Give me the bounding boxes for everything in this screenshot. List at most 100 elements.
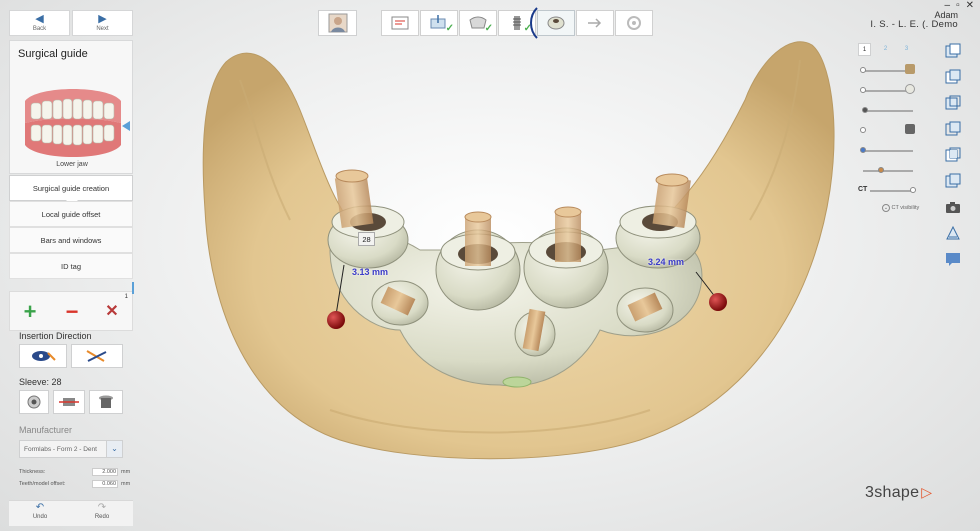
order-form-icon	[391, 16, 409, 30]
visibility-slider-pin[interactable]	[863, 167, 913, 173]
sleeve-label: Sleeve: 28	[19, 377, 62, 387]
insertion-direction-label: Insertion Direction	[19, 331, 92, 341]
thickness-unit: mm	[121, 469, 131, 475]
measurement-left-label: 3.13 mm	[352, 267, 389, 277]
step-id-tag[interactable]: ID tag	[9, 253, 133, 279]
jaw-label: Lower jaw	[56, 161, 88, 168]
sleeve-top-icon	[27, 395, 41, 409]
visibility-slider-abutment[interactable]	[860, 124, 915, 134]
visibility-layers-panel: 1 2 3 CT ⌄ CT visibility	[858, 41, 920, 221]
chevron-down-icon: ⌄	[882, 204, 890, 212]
sleeve-view-3d-button[interactable]	[89, 390, 123, 414]
sleeve-object-icon	[905, 64, 915, 74]
manufacturer-select[interactable]: Formlabs - Form 2 - Dent ⌄	[19, 440, 123, 458]
step-bars-and-windows[interactable]: Bars and windows	[9, 227, 133, 253]
insertion-direction-set-button[interactable]	[71, 344, 123, 368]
visibility-slider-implant[interactable]	[862, 107, 913, 113]
comment-note-icon[interactable]	[944, 250, 962, 268]
case-title: I. S. - L. E. (. Demo	[870, 19, 958, 30]
thickness-input[interactable]: 2.000	[92, 468, 118, 476]
offset-input[interactable]: 0.060	[92, 480, 118, 488]
eye-direction-icon	[32, 351, 56, 361]
offset-param: Teeth/model offset: 0.060 mm	[19, 480, 131, 488]
3d-viewport[interactable]: 28 3.13 mm 3.24 mm	[0, 0, 980, 531]
add-icon[interactable]: +	[16, 298, 44, 326]
sleeve-number-tag: 28	[358, 232, 375, 246]
panel-scroll-indicator[interactable]	[132, 282, 134, 294]
measurement-right-label: 3.24 mm	[648, 257, 685, 267]
back-arrow-icon: ◀	[35, 13, 44, 25]
close-icon[interactable]: ✕	[966, 0, 974, 11]
sleeve-3d-icon	[99, 395, 113, 408]
ct-visibility-toggle[interactable]: ⌄ CT visibility	[882, 204, 919, 212]
workflow-step-import[interactable]: ✓	[420, 10, 458, 36]
finish-gear-icon	[627, 16, 641, 30]
undo-icon: ↶	[35, 502, 45, 513]
view-right-icon[interactable]	[944, 120, 962, 138]
step-local-guide-offset[interactable]: Local guide offset	[9, 201, 133, 227]
insertion-direction-view-button[interactable]	[19, 344, 67, 368]
measure-tool-icon[interactable]	[944, 224, 962, 242]
user-case-info: Adam I. S. - L. E. (. Demo	[870, 10, 958, 30]
3shape-logo: 3shape ▷	[865, 484, 932, 502]
dentition-thumbnail[interactable]	[17, 81, 129, 163]
view-left-icon[interactable]	[944, 94, 962, 112]
remove-icon[interactable]: −	[58, 298, 86, 326]
ct-visibility-label: CT visibility	[891, 205, 920, 211]
workflow-step-align[interactable]: ✓	[459, 10, 497, 36]
workflow-step-export[interactable]	[576, 10, 614, 36]
jaw-3d-model[interactable]	[0, 0, 980, 531]
surgical-guide-card: Surgical guide Lower jaw	[9, 40, 133, 174]
guide-tools-bar: + − ✕ 1	[9, 291, 133, 331]
chevron-down-icon[interactable]: ⌄	[106, 441, 122, 457]
delete-all-icon[interactable]: ✕	[98, 298, 126, 326]
visibility-slider-sleeve[interactable]	[860, 64, 915, 74]
completed-check-icon: ✓	[484, 23, 493, 34]
back-label: Back	[32, 26, 47, 32]
thickness-label: Thickness:	[19, 469, 46, 475]
workflow-step-order[interactable]	[381, 10, 419, 36]
manufacturer-label: Manufacturer	[19, 425, 73, 435]
next-arrow-icon: ▶	[98, 13, 107, 25]
offset-unit: mm	[121, 481, 131, 487]
visibility-slider-drill-guide[interactable]	[860, 84, 915, 94]
view-front-icon[interactable]	[944, 42, 962, 60]
completed-check-icon: ✓	[445, 23, 454, 34]
view-back-icon[interactable]	[944, 68, 962, 86]
patient-photo-icon	[328, 13, 347, 33]
view-top-icon[interactable]	[944, 146, 962, 164]
patient-info-button[interactable]	[318, 10, 357, 36]
sleeve-view-top-button[interactable]	[19, 390, 49, 414]
layer-tab-2[interactable]: 2	[879, 43, 892, 56]
panel-title: Surgical guide	[18, 48, 88, 60]
screenshot-camera-icon[interactable]	[944, 198, 962, 216]
visibility-slider-tooth[interactable]	[860, 147, 913, 153]
arrow-direction-icon	[86, 350, 107, 362]
workflow-step-finish[interactable]	[615, 10, 653, 36]
thickness-param: Thickness: 2.000 mm	[19, 468, 131, 476]
redo-label: Redo	[94, 514, 110, 520]
ct-label: CT	[858, 186, 868, 193]
logo-triangle-icon: ▷	[921, 484, 933, 500]
tools-badge: 1	[124, 294, 128, 300]
view-bottom-icon[interactable]	[944, 172, 962, 190]
visibility-slider-ct[interactable]	[870, 187, 916, 193]
layer-tab-1[interactable]: 1	[858, 43, 871, 56]
next-button[interactable]: ▶ Next	[72, 10, 133, 36]
workflow-progress-marker	[530, 7, 538, 39]
sleeve-view-side-button[interactable]	[53, 390, 85, 414]
workflow-step-surgical-guide[interactable]	[537, 10, 575, 36]
step-surgical-guide-creation[interactable]: Surgical guide creation	[9, 175, 133, 206]
left-panel: ◀ Back ▶ Next Surgical guide Lower jaw S…	[9, 10, 133, 526]
redo-button[interactable]: ↷ Redo	[71, 501, 133, 527]
surgical-guide-icon	[547, 16, 565, 30]
layer-tabs: 1 2 3	[858, 43, 913, 56]
undo-redo-bar: ↶ Undo ↷ Redo	[9, 500, 133, 526]
undo-button[interactable]: ↶ Undo	[9, 501, 71, 527]
logo-text: 3shape	[865, 484, 920, 501]
jaw-selector-arrow-icon[interactable]	[122, 121, 130, 131]
back-button[interactable]: ◀ Back	[9, 10, 70, 36]
layer-tab-3[interactable]: 3	[900, 43, 913, 56]
abutment-object-icon	[905, 124, 915, 134]
sleeve-side-icon	[59, 398, 79, 406]
